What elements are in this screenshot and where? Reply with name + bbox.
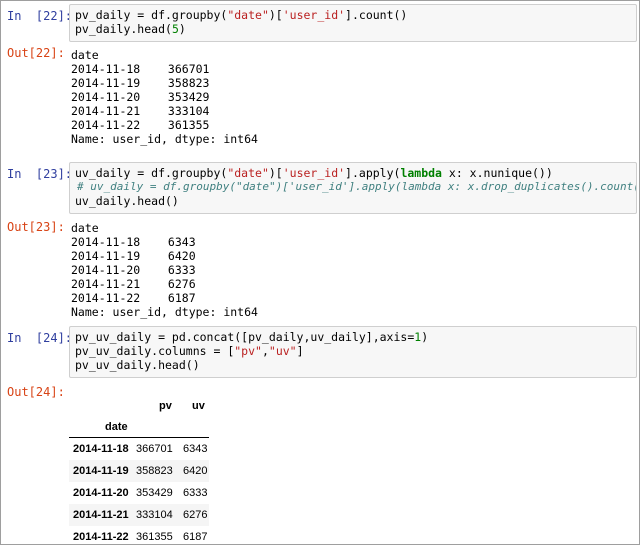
output-line: 2014-11-20 6333	[71, 263, 196, 277]
row-uv: 6420	[183, 465, 208, 477]
in-prompt-22: In [22]:	[7, 9, 73, 23]
output-line: 2014-11-18 366701	[71, 62, 210, 76]
row-uv: 6333	[183, 487, 208, 499]
output-line: 2014-11-22 6187	[71, 291, 196, 305]
output-line: 2014-11-18 6343	[71, 235, 196, 249]
row-date: 2014-11-18	[73, 443, 129, 455]
code-line: pv_uv_daily = pd.concat([pv_daily,uv_dai…	[75, 330, 429, 344]
out-prompt-24: Out[24]:	[7, 385, 65, 399]
row-uv: 6276	[183, 509, 208, 521]
row-date: 2014-11-21	[73, 509, 129, 521]
code-line: uv_daily.head()	[75, 194, 179, 208]
code-input-24[interactable]: pv_uv_daily = pd.concat([pv_daily,uv_dai…	[69, 326, 637, 378]
output-line: 2014-11-22 361355	[71, 118, 210, 132]
row-date: 2014-11-20	[73, 487, 129, 499]
code-line: pv_daily.head(5)	[75, 22, 186, 36]
row-date: 2014-11-22	[73, 531, 129, 543]
code-line: pv_uv_daily.columns = ["pv","uv"]	[75, 344, 304, 358]
table-row: 2014-11-20 353429 6333	[69, 482, 209, 504]
row-pv: 361355	[136, 531, 173, 543]
table-row: 2014-11-18 366701 6343	[69, 438, 209, 460]
output-line: 2014-11-19 358823	[71, 76, 210, 90]
in-prompt-24: In [24]:	[7, 331, 73, 345]
index-name: date	[105, 421, 128, 433]
output-line: Name: user_id, dtype: int64	[71, 305, 258, 319]
code-line: pv_daily = df.groupby("date")['user_id']…	[75, 8, 408, 22]
row-uv: 6187	[183, 531, 208, 543]
code-line: uv_daily = df.groupby("date")['user_id']…	[75, 166, 553, 180]
output-line: date	[71, 48, 99, 62]
table-row: 2014-11-19 358823 6420	[69, 460, 209, 482]
column-header-uv: uv	[192, 400, 205, 412]
notebook-screenshot: In [22]: pv_daily = df.groupby("date")['…	[0, 0, 640, 545]
row-pv: 366701	[136, 443, 173, 455]
in-prompt-23: In [23]:	[7, 167, 73, 181]
output-line: Name: user_id, dtype: int64	[71, 132, 258, 146]
table-row: 2014-11-21 333104 6276	[69, 504, 209, 526]
row-date: 2014-11-19	[73, 465, 129, 477]
code-line: pv_uv_daily.head()	[75, 358, 200, 372]
row-pv: 353429	[136, 487, 173, 499]
row-pv: 333104	[136, 509, 173, 521]
out-prompt-22: Out[22]:	[7, 46, 65, 60]
output-line: 2014-11-21 6276	[71, 277, 196, 291]
row-pv: 358823	[136, 465, 173, 477]
code-comment-line: # uv_daily = df.groupby("date")['user_id…	[77, 180, 637, 193]
column-header-pv: pv	[159, 400, 172, 412]
table-row: 2014-11-22 361355 6187	[69, 526, 209, 544]
output-line: date	[71, 221, 99, 235]
out-prompt-23: Out[23]:	[7, 220, 65, 234]
row-uv: 6343	[183, 443, 208, 455]
output-line: 2014-11-19 6420	[71, 249, 196, 263]
code-input-23[interactable]: uv_daily = df.groupby("date")['user_id']…	[69, 162, 637, 214]
code-input-22[interactable]: pv_daily = df.groupby("date")['user_id']…	[69, 4, 637, 42]
output-line: 2014-11-21 333104	[71, 104, 210, 118]
output-line: 2014-11-20 353429	[71, 90, 210, 104]
